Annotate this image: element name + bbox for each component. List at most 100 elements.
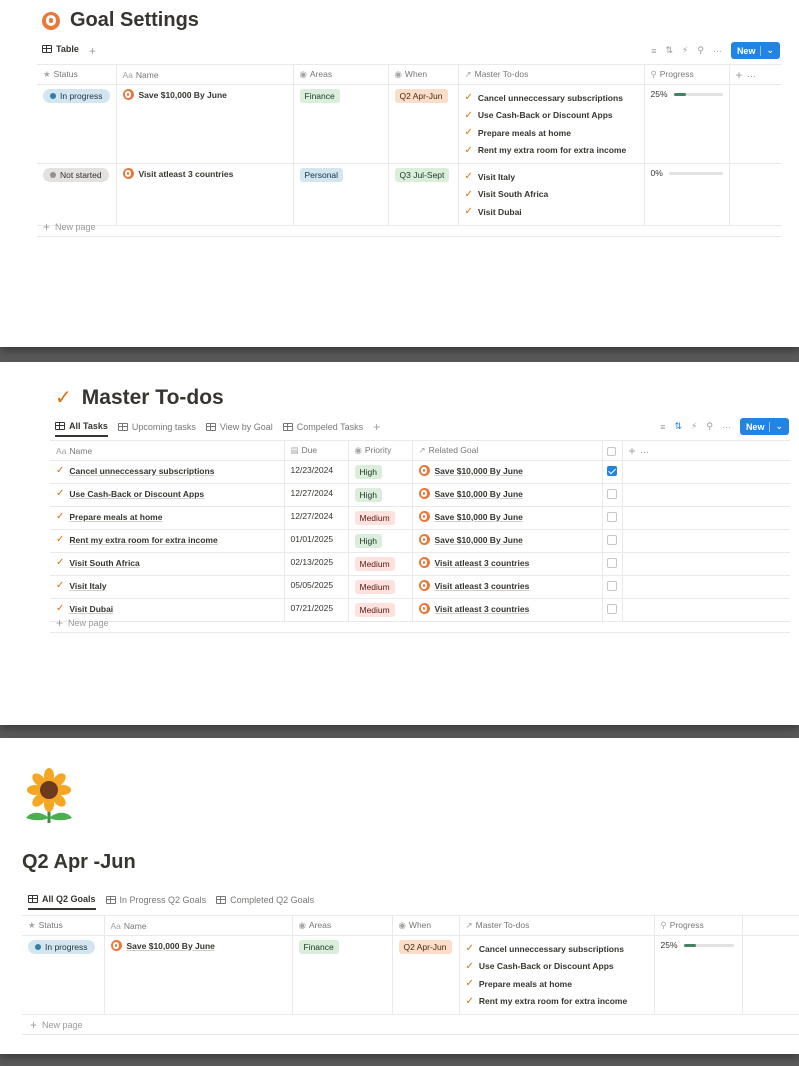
due-cell[interactable]: 12/27/2024 <box>284 506 349 530</box>
goal-cell[interactable]: Save $10,000 By June <box>412 460 603 484</box>
filter-icon[interactable]: ≡ <box>660 422 665 432</box>
areas-cell[interactable]: Finance <box>293 84 389 164</box>
todo-link[interactable]: ✓ Visit South Africa <box>465 186 638 204</box>
table-row[interactable]: Not started Visit atleast 3 countries Pe… <box>37 163 781 226</box>
todo-link[interactable]: ✓ Rent my extra room for extra income <box>465 142 638 160</box>
goal-cell[interactable]: Save $10,000 By June <box>412 506 603 530</box>
column-header-todos[interactable]: ↗ Master To-dos <box>459 915 655 936</box>
table-row[interactable]: ✓ Visit Italy 05/05/2025 Medium Visit atleas… <box>50 575 790 599</box>
add-property-icon[interactable]: + <box>629 444 636 458</box>
due-cell[interactable]: 05/05/2025 <box>284 575 349 599</box>
priority-cell[interactable]: Medium <box>348 575 413 599</box>
goal-name[interactable]: Save $10,000 By June <box>139 90 227 100</box>
priority-cell[interactable]: Medium <box>348 506 413 530</box>
done-cell[interactable] <box>602 529 623 553</box>
tab-view-by-goal[interactable]: View by Goal <box>205 422 273 436</box>
table-row[interactable]: ✓ Use Cash-Back or Discount Apps 12/27/202… <box>50 483 790 507</box>
column-header-todos[interactable]: ↗ Master To-dos <box>458 64 645 85</box>
tab-completed-q2-goals[interactable]: Completed Q2 Goals <box>216 895 314 909</box>
column-header-add[interactable]: + ··· <box>729 64 781 85</box>
add-property-icon[interactable]: + <box>736 68 743 82</box>
todo-link[interactable]: ✓ Use Cash-Back or Discount Apps <box>465 107 638 125</box>
done-checkbox[interactable] <box>606 580 617 591</box>
filter-icon[interactable]: ≡ <box>651 46 656 56</box>
goal-name[interactable]: Save $10,000 By June <box>127 941 215 951</box>
done-checkbox[interactable] <box>606 465 617 476</box>
status-cell[interactable]: In progress <box>22 935 105 1015</box>
chevron-down-icon[interactable]: ⌄ <box>775 421 783 432</box>
more-icon[interactable]: ··· <box>722 422 731 432</box>
todo-link[interactable]: ✓ Rent my extra room for extra income <box>466 993 648 1011</box>
todo-link[interactable]: ✓ Cancel unneccessary subscriptions <box>466 940 648 958</box>
column-header-due[interactable]: ▤ Due <box>284 440 349 461</box>
table-row[interactable]: In progress Save $10,000 By June Finance… <box>37 84 781 164</box>
more-icon[interactable]: ··· <box>713 46 722 56</box>
todos-cell[interactable]: ✓ Visit Italy ✓ Visit South Africa ✓ Visit … <box>458 163 645 226</box>
tab-upcoming-tasks[interactable]: Upcoming tasks <box>117 422 196 436</box>
search-icon[interactable]: ⚲ <box>706 421 713 432</box>
add-view-icon[interactable]: + <box>373 420 380 438</box>
done-checkbox[interactable] <box>606 534 617 545</box>
related-goal[interactable]: Visit atleast 3 countries <box>435 604 530 614</box>
when-cell[interactable]: Q2 Apr-Jun <box>392 935 460 1015</box>
priority-cell[interactable]: High <box>348 529 413 553</box>
due-cell[interactable]: 12/27/2024 <box>284 483 349 507</box>
new-page-button[interactable]: + New page <box>22 1015 799 1035</box>
related-goal[interactable]: Save $10,000 By June <box>435 466 523 476</box>
table-row[interactable]: ✓ Visit South Africa 02/13/2025 Medium Visit… <box>50 552 790 576</box>
goal-cell[interactable]: Save $10,000 By June <box>412 483 603 507</box>
new-page-button[interactable]: + New page <box>37 217 781 237</box>
priority-cell[interactable]: High <box>348 483 413 507</box>
task-name-cell[interactable]: ✓ Prepare meals at home <box>50 506 285 530</box>
related-goal[interactable]: Save $10,000 By June <box>435 535 523 545</box>
goal-name[interactable]: Visit atleast 3 countries <box>139 169 234 179</box>
task-name[interactable]: Cancel unneccessary subscriptions <box>69 466 214 476</box>
task-name-cell[interactable]: ✓ Cancel unneccessary subscriptions <box>50 460 285 484</box>
due-cell[interactable]: 02/13/2025 <box>284 552 349 576</box>
table-row[interactable]: ✓ Rent my extra room for extra income 01/0… <box>50 529 790 553</box>
table-row[interactable]: In progress Save $10,000 By June Finance… <box>22 935 799 1015</box>
task-name[interactable]: Visit Dubai <box>69 604 113 614</box>
todos-cell[interactable]: ✓ Cancel unneccessary subscriptions ✓ Use … <box>459 935 655 1015</box>
areas-cell[interactable]: Finance <box>292 935 393 1015</box>
done-cell[interactable] <box>602 506 623 530</box>
priority-cell[interactable]: Medium <box>348 552 413 576</box>
column-header-name[interactable]: Aa Name <box>104 915 293 936</box>
todo-link[interactable]: ✓ Visit Italy <box>465 168 638 186</box>
column-header-progress[interactable]: ⚲ Progress <box>654 915 743 936</box>
task-name-cell[interactable]: ✓ Use Cash-Back or Discount Apps <box>50 483 285 507</box>
done-checkbox[interactable] <box>606 557 617 568</box>
areas-cell[interactable]: Personal <box>293 163 389 226</box>
tab-completed-tasks[interactable]: Compeled Tasks <box>282 422 363 436</box>
column-header-name[interactable]: Aa Name <box>116 64 294 85</box>
column-header-status[interactable]: ★ Status <box>37 64 117 85</box>
tab-all-tasks[interactable]: All Tasks <box>55 421 108 437</box>
column-header-name[interactable]: Aa Name <box>50 440 285 461</box>
name-cell[interactable]: Save $10,000 By June <box>104 935 293 1015</box>
table-row[interactable]: ✓ Prepare meals at home 12/27/2024 Medium Sa… <box>50 506 790 530</box>
column-header-areas[interactable]: ◉ Areas <box>293 64 389 85</box>
column-header-when[interactable]: ◉ When <box>392 915 460 936</box>
related-goal[interactable]: Visit atleast 3 countries <box>435 581 530 591</box>
search-icon[interactable]: ⚲ <box>697 45 704 56</box>
task-name-cell[interactable]: ✓ Rent my extra room for extra income <box>50 529 285 553</box>
related-goal[interactable]: Save $10,000 By June <box>435 512 523 522</box>
column-header-progress[interactable]: ⚲ Progress <box>644 64 730 85</box>
status-cell[interactable]: Not started <box>37 163 117 226</box>
task-name-cell[interactable]: ✓ Visit South Africa <box>50 552 285 576</box>
task-name[interactable]: Prepare meals at home <box>69 512 162 522</box>
automation-icon[interactable]: ⚡︎ <box>682 45 688 56</box>
new-page-button[interactable]: + New page <box>50 613 790 633</box>
todo-link[interactable]: ✓ Cancel unneccessary subscriptions <box>465 89 638 107</box>
when-cell[interactable]: Q3 Jul-Sept <box>388 163 459 226</box>
task-name-cell[interactable]: ✓ Visit Italy <box>50 575 285 599</box>
new-button[interactable]: New ⌄ <box>739 418 789 435</box>
more-icon[interactable]: ··· <box>747 71 756 81</box>
tab-in-progress-q2-goals[interactable]: In Progress Q2 Goals <box>105 895 206 909</box>
todo-link[interactable]: ✓ Use Cash-Back or Discount Apps <box>466 958 648 976</box>
goal-cell[interactable]: Visit atleast 3 countries <box>412 552 603 576</box>
sort-icon[interactable]: ⇅ <box>674 421 682 432</box>
status-cell[interactable]: In progress <box>37 84 117 164</box>
task-name[interactable]: Visit South Africa <box>69 558 139 568</box>
add-view-icon[interactable]: + <box>89 44 96 58</box>
